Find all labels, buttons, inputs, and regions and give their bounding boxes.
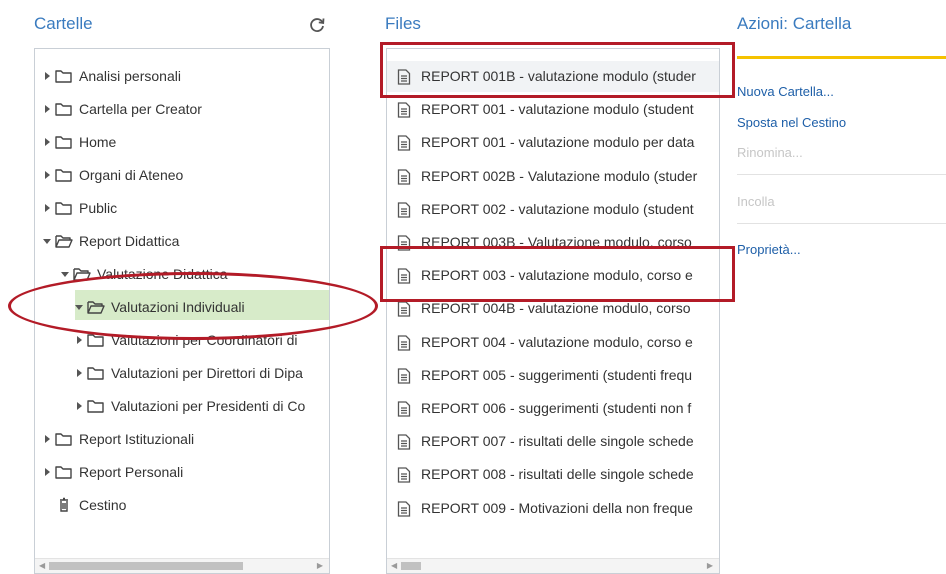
chevron-right-icon[interactable] bbox=[75, 369, 83, 377]
document-icon bbox=[397, 401, 411, 417]
document-icon bbox=[397, 368, 411, 384]
actions-divider bbox=[737, 223, 946, 224]
rename-link: Rinomina... bbox=[737, 145, 803, 160]
actions-column-title: Azioni: Cartella bbox=[737, 14, 852, 33]
highlight-report-001b bbox=[380, 42, 735, 98]
folder-icon bbox=[55, 202, 72, 215]
chevron-down-icon[interactable] bbox=[43, 237, 51, 245]
folder-label: Cestino bbox=[79, 497, 127, 513]
properties-link[interactable]: Proprietà... bbox=[737, 242, 801, 257]
file-name: REPORT 001 - valutazione modulo per data bbox=[421, 134, 695, 151]
folder-icon bbox=[87, 400, 104, 413]
folder-label: Report Personali bbox=[79, 464, 184, 480]
file-name: REPORT 002B - Valutazione modulo (studer bbox=[421, 167, 698, 184]
document-icon bbox=[397, 135, 411, 152]
chevron-right-icon[interactable] bbox=[43, 138, 51, 146]
folders-column-title: Cartelle bbox=[34, 14, 93, 33]
files-list-panel[interactable]: REPORT 001B - valutazione modulo (studer… bbox=[386, 48, 720, 574]
folder-label: Report Didattica bbox=[79, 233, 180, 249]
document-icon bbox=[397, 301, 411, 318]
file-name: REPORT 001 - valutazione modulo (student bbox=[421, 101, 694, 118]
chevron-right-icon[interactable] bbox=[75, 336, 83, 344]
folder-open-icon bbox=[55, 235, 73, 248]
chevron-right-icon[interactable] bbox=[75, 402, 83, 410]
new-folder-link[interactable]: Nuova Cartella... bbox=[737, 84, 834, 99]
refresh-icon[interactable] bbox=[308, 16, 326, 34]
chevron-right-icon[interactable] bbox=[43, 105, 51, 113]
paste-link: Incolla bbox=[737, 194, 775, 209]
highlight-report-003 bbox=[380, 246, 735, 302]
document-icon bbox=[397, 102, 411, 118]
file-name: REPORT 004 - valutazione modulo, corso e bbox=[421, 333, 693, 350]
folder-label: Report Istituzionali bbox=[79, 431, 195, 447]
file-name: REPORT 009 - Motivazioni della non frequ… bbox=[421, 499, 693, 516]
document-icon bbox=[397, 467, 411, 484]
file-name: REPORT 005 - suggerimenti (studenti freq… bbox=[421, 366, 693, 383]
chevron-right-icon[interactable] bbox=[43, 72, 51, 80]
file-list-item[interactable]: REPORT 005 - suggerimenti (studenti freq… bbox=[387, 360, 719, 391]
chevron-right-icon[interactable] bbox=[43, 435, 51, 443]
actions-divider bbox=[737, 174, 946, 175]
file-name: REPORT 002 - valutazione modulo (student bbox=[421, 200, 694, 217]
folder-label: Home bbox=[79, 134, 117, 150]
files-horizontal-scrollbar[interactable]: ◀ ▶ bbox=[387, 558, 719, 573]
file-list-item[interactable]: REPORT 009 - Motivazioni della non frequ… bbox=[387, 493, 719, 524]
document-icon bbox=[397, 202, 411, 218]
folder-label: Public bbox=[79, 200, 118, 216]
folders-horizontal-scrollbar[interactable]: ◀ ▶ bbox=[35, 558, 329, 573]
file-list-item[interactable]: REPORT 002 - valutazione modulo (student bbox=[387, 194, 719, 225]
file-list-item[interactable]: REPORT 008 - risultati delle singole sch… bbox=[387, 459, 719, 490]
chevron-right-icon[interactable] bbox=[43, 468, 51, 476]
folder-icon bbox=[55, 103, 72, 116]
scrollbar-thumb[interactable] bbox=[49, 562, 243, 570]
file-list-item[interactable]: REPORT 004 - valutazione modulo, corso e bbox=[387, 327, 719, 358]
file-list-item[interactable]: REPORT 002B - Valutazione modulo (studer bbox=[387, 161, 719, 192]
folder-label: Valutazioni per Presidenti di Co bbox=[111, 398, 306, 414]
scrollbar-thumb[interactable] bbox=[401, 562, 421, 570]
folder-label: Analisi personali bbox=[79, 68, 181, 84]
document-icon bbox=[397, 500, 411, 517]
file-list-item[interactable]: REPORT 001 - valutazione modulo per data bbox=[387, 127, 719, 158]
file-list-item[interactable]: REPORT 006 - suggerimenti (studenti non … bbox=[387, 393, 719, 424]
folder-icon bbox=[55, 433, 72, 446]
folder-icon bbox=[55, 169, 72, 182]
file-name: REPORT 007 - risultati delle singole sch… bbox=[421, 433, 694, 450]
file-list-item[interactable]: REPORT 007 - risultati delle singole sch… bbox=[387, 426, 719, 457]
folder-icon bbox=[55, 466, 72, 479]
file-list-item[interactable]: REPORT 001 - valutazione modulo (student bbox=[387, 94, 719, 125]
document-icon bbox=[397, 168, 411, 185]
file-name: REPORT 006 - suggerimenti (studenti non … bbox=[421, 400, 692, 416]
folder-label: Valutazioni per Direttori di Dipa bbox=[111, 365, 303, 381]
chevron-down-icon[interactable] bbox=[61, 270, 69, 278]
actions-accent-bar bbox=[737, 56, 946, 59]
folder-icon bbox=[87, 367, 104, 380]
chevron-right-icon[interactable] bbox=[43, 171, 51, 179]
folder-icon bbox=[55, 70, 72, 83]
document-icon bbox=[397, 334, 411, 351]
folder-label: Organi di Ateneo bbox=[79, 167, 184, 183]
file-name: REPORT 008 - risultati delle singole sch… bbox=[421, 466, 694, 483]
folder-actions-panel: Nuova Cartella... Sposta nel Cestino Rin… bbox=[737, 48, 946, 278]
files-column-title: Files bbox=[385, 14, 421, 33]
folder-icon bbox=[55, 136, 72, 149]
document-icon bbox=[397, 434, 411, 450]
chevron-right-icon[interactable] bbox=[43, 204, 51, 212]
folder-label: Cartella per Creator bbox=[79, 101, 202, 117]
highlight-valutazioni-individuali bbox=[8, 272, 378, 340]
move-to-trash-link[interactable]: Sposta nel Cestino bbox=[737, 115, 846, 130]
trash-icon bbox=[60, 497, 68, 512]
